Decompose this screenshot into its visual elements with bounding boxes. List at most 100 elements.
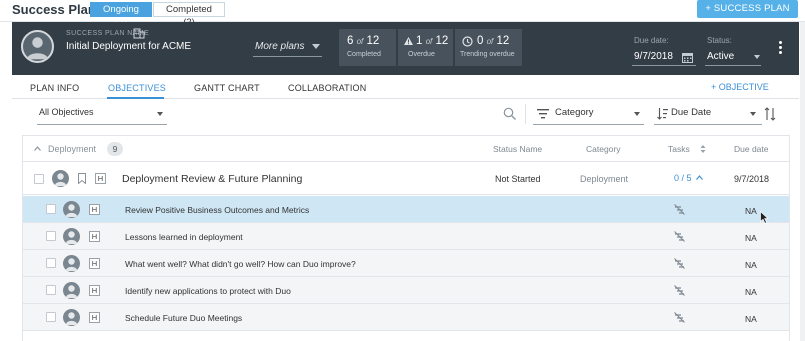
due-date-label: Due date: — [634, 36, 669, 45]
more-plans-dropdown[interactable]: More plans — [255, 41, 304, 52]
tab-collaboration[interactable]: COLLABORATION — [288, 83, 366, 93]
stat-overdue[interactable]: 1 of 12 Overdue — [398, 29, 453, 66]
status-dropdown[interactable]: Active — [707, 51, 734, 62]
of-label: of — [356, 37, 364, 46]
tab-objectives[interactable]: OBJECTIVES — [108, 83, 166, 93]
task-due-date[interactable]: NA — [745, 287, 757, 297]
task-due-date[interactable]: NA — [745, 206, 757, 216]
chevron-up-icon[interactable] — [696, 175, 703, 180]
plan-name: Initial Deployment for ACME — [66, 41, 192, 52]
chevron-up-icon[interactable] — [34, 146, 41, 151]
chevron-down-icon[interactable] — [157, 112, 163, 116]
due-date-value[interactable]: 9/7/2018 — [634, 51, 673, 62]
no-tasks-icon[interactable] — [673, 284, 686, 297]
objectives-filter-underline — [37, 124, 167, 125]
no-tasks-icon[interactable] — [673, 203, 686, 216]
owner-avatar[interactable] — [63, 228, 80, 245]
column-header-due-date[interactable]: Due date — [734, 144, 769, 154]
due-date-underline — [632, 65, 696, 66]
plan-avatar — [21, 30, 54, 63]
objective-name[interactable]: Deployment Review & Future Planning — [122, 173, 302, 185]
owner-avatar[interactable] — [63, 282, 80, 299]
sort-direction-icon[interactable] — [764, 107, 776, 121]
task-name[interactable]: Schedule Future Duo Meetings — [125, 313, 242, 323]
more-options-icon[interactable] — [779, 41, 782, 56]
person-icon — [65, 312, 78, 325]
objectives-filter-dropdown[interactable]: All Objectives — [39, 107, 94, 117]
column-header-tasks[interactable]: Tasks — [668, 144, 690, 154]
tasks-count[interactable]: 0 / 5 — [674, 173, 692, 183]
plan-header: SUCCESS PLAN NAME Initial Deployment for… — [12, 22, 799, 75]
add-success-plan-button[interactable]: + SUCCESS PLAN — [697, 0, 798, 18]
objective-due-date[interactable]: 9/7/2018 — [734, 174, 769, 184]
objective-category: Deployment — [580, 174, 629, 184]
tab-gantt-chart[interactable]: GANTT CHART — [194, 83, 260, 93]
search-icon[interactable] — [503, 107, 517, 121]
sort-toggle-icon[interactable] — [698, 144, 708, 154]
owner-avatar[interactable] — [52, 170, 69, 187]
table-row[interactable]: H Schedule Future Duo Meetings NA — [23, 304, 789, 331]
table-row[interactable]: H Deployment Review & Future Planning No… — [23, 162, 789, 195]
column-header-status[interactable]: Status Name — [493, 144, 542, 154]
row-checkbox[interactable] — [46, 312, 56, 322]
stat-overdue-label: Overdue — [408, 51, 435, 58]
person-icon — [65, 231, 78, 244]
person-icon — [65, 285, 78, 298]
table-row[interactable]: H Identify new applications to protect wi… — [23, 277, 789, 304]
bookmark-icon[interactable] — [78, 173, 86, 184]
task-name[interactable]: Identify new applications to protect wit… — [125, 286, 291, 296]
priority-badge: H — [89, 231, 100, 242]
group-count-badge: 9 — [107, 142, 123, 156]
tab-bar: PLAN INFO OBJECTIVES GANTT CHART COLLABO… — [12, 75, 799, 99]
person-icon — [65, 204, 78, 217]
owner-avatar[interactable] — [63, 255, 80, 272]
priority-badge: H — [89, 285, 100, 296]
task-name[interactable]: Lessons learned in deployment — [125, 232, 243, 242]
tab-plan-info[interactable]: PLAN INFO — [30, 83, 79, 93]
task-name[interactable]: Review Positive Business Outcomes and Me… — [125, 205, 309, 215]
status-underline — [705, 65, 761, 66]
task-due-date[interactable]: NA — [745, 233, 757, 243]
completed-toggle[interactable]: Completed (2) — [153, 2, 225, 28]
task-name[interactable]: What went well? What didn't go well? How… — [125, 259, 356, 269]
chevron-down-icon[interactable] — [634, 112, 640, 116]
row-checkbox[interactable] — [46, 231, 56, 241]
of-label: of — [425, 37, 433, 46]
add-objective-button[interactable]: + OBJECTIVE — [711, 82, 769, 92]
stat-completed[interactable]: 6 of 12 Completed — [339, 29, 396, 66]
objective-status[interactable]: Not Started — [495, 174, 541, 184]
sort-by-dropdown[interactable]: Due Date — [671, 107, 711, 118]
row-checkbox[interactable] — [46, 258, 56, 268]
ongoing-toggle[interactable]: Ongoing (2) — [90, 2, 152, 28]
chevron-down-icon[interactable] — [754, 55, 760, 59]
objectives-table: Deployment 9 Status Name Category Tasks … — [22, 135, 790, 341]
stat-completed-label: Completed — [347, 51, 381, 58]
column-header-category[interactable]: Category — [586, 144, 621, 154]
owner-avatar[interactable] — [63, 309, 80, 326]
chevron-down-icon[interactable] — [312, 44, 320, 49]
filter-bar: All Objectives Category Due Date — [12, 99, 799, 131]
category-filter-dropdown[interactable]: Category — [555, 107, 594, 118]
no-tasks-icon[interactable] — [673, 311, 686, 324]
task-due-date[interactable]: NA — [745, 314, 757, 324]
table-row[interactable]: H Lessons learned in deployment NA — [23, 223, 789, 250]
chevron-down-icon[interactable] — [750, 112, 756, 116]
row-checkbox[interactable] — [46, 285, 56, 295]
stat-trending-overdue[interactable]: 0 of 12 Trending overdue — [455, 29, 522, 66]
status-label: Status: — [707, 36, 732, 45]
scrollbar-track[interactable] — [800, 22, 805, 341]
no-tasks-icon[interactable] — [673, 257, 686, 270]
row-checkbox[interactable] — [34, 174, 44, 184]
task-due-date[interactable]: NA — [745, 260, 757, 270]
person-icon — [65, 258, 78, 271]
building-icon — [133, 28, 145, 39]
stat-total: 12 — [496, 35, 510, 47]
table-row[interactable]: H What went well? What didn't go well? Ho… — [23, 250, 789, 277]
no-tasks-icon[interactable] — [673, 230, 686, 243]
row-checkbox[interactable] — [46, 204, 56, 214]
stat-total: 12 — [366, 35, 380, 47]
table-row[interactable]: H Review Positive Business Outcomes and M… — [23, 196, 789, 223]
calendar-icon[interactable] — [682, 52, 693, 63]
stat-trending-count: 0 — [477, 35, 484, 47]
owner-avatar[interactable] — [63, 201, 80, 218]
